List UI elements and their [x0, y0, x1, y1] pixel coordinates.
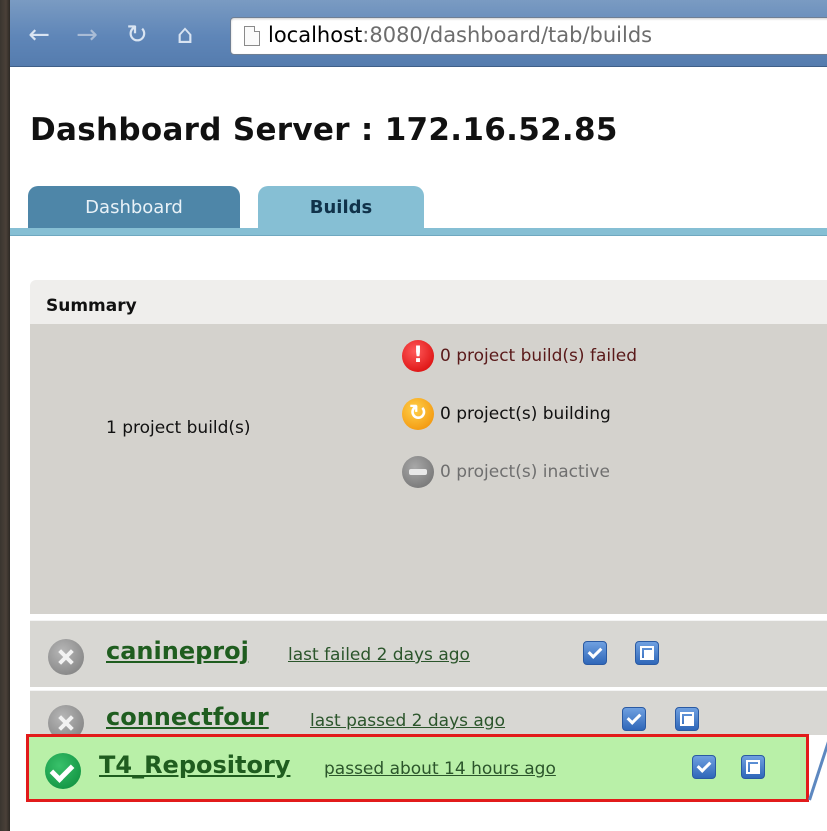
callout-line: [808, 732, 827, 801]
tab-underline: [10, 228, 827, 236]
page-title: Dashboard Server : 172.16.52.85: [30, 112, 618, 148]
total-builds: 1 project build(s): [106, 418, 251, 438]
project-status-link[interactable]: passed about 14 hours ago: [324, 759, 556, 779]
project-status-link[interactable]: last passed 2 days ago: [310, 711, 505, 731]
forward-arrow-icon[interactable]: →: [72, 20, 102, 50]
tab-builds[interactable]: Builds: [258, 186, 424, 228]
inactive-count: 0 project(s) inactive: [440, 462, 610, 482]
inactive-minus-icon: [402, 456, 434, 488]
page-bottom: [30, 802, 827, 831]
copy-icon[interactable]: [635, 641, 659, 665]
failed-count: 0 project build(s) failed: [440, 346, 638, 366]
summary-title: Summary: [46, 296, 137, 316]
back-arrow-icon[interactable]: ←: [24, 20, 54, 50]
passed-check-icon: [45, 753, 81, 789]
browser-toolbar: ← → ↻ ⌂ localhost:8080/dashboard/tab/bui…: [10, 0, 827, 67]
copy-icon[interactable]: [741, 755, 765, 779]
tab-dashboard[interactable]: Dashboard: [28, 186, 240, 228]
home-icon[interactable]: ⌂: [170, 20, 200, 50]
url-host: localhost: [268, 23, 363, 47]
address-text[interactable]: localhost:8080/dashboard/tab/builds: [268, 23, 652, 47]
project-link-canineproj[interactable]: canineproj: [106, 637, 249, 665]
failed-alert-icon: !: [402, 340, 434, 372]
project-row: canineproj last failed 2 days ago: [30, 620, 827, 687]
failed-status-icon: [48, 639, 84, 675]
project-row-highlighted: T4_Repository passed about 14 hours ago: [26, 734, 809, 802]
summary-panel: 1 project build(s) ! 0 project build(s) …: [30, 324, 827, 614]
view-report-icon[interactable]: [692, 755, 716, 779]
view-report-icon[interactable]: [622, 707, 646, 731]
page-icon: [244, 26, 260, 46]
summary-header: Summary: [30, 280, 827, 324]
copy-icon[interactable]: [675, 707, 699, 731]
address-bar[interactable]: localhost:8080/dashboard/tab/builds: [230, 17, 827, 55]
project-link-connectfour[interactable]: connectfour: [106, 703, 269, 731]
reload-icon[interactable]: ↻: [122, 20, 152, 50]
project-status-link[interactable]: last failed 2 days ago: [288, 645, 470, 665]
building-count: 0 project(s) building: [440, 404, 611, 424]
window-edge: [0, 0, 10, 831]
project-row: connectfour last passed 2 days ago: [30, 690, 827, 741]
view-report-icon[interactable]: [583, 641, 607, 665]
building-refresh-icon: ↻: [402, 398, 434, 430]
project-link-t4-repository[interactable]: T4_Repository: [99, 751, 290, 779]
url-path: :8080/dashboard/tab/builds: [362, 23, 653, 47]
